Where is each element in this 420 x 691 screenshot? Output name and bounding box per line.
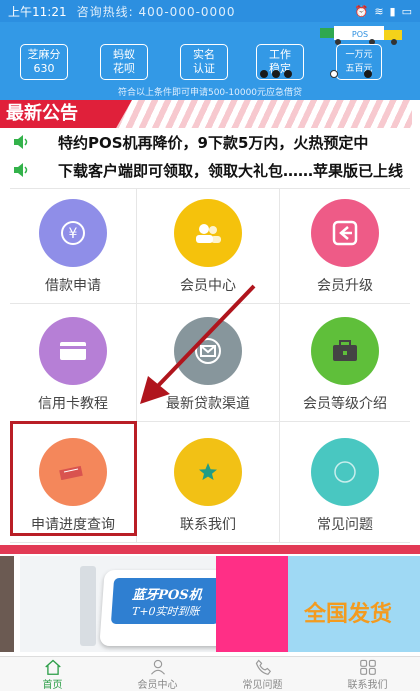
yuan-icon: ¥ [39, 199, 107, 267]
home-icon [44, 659, 61, 675]
ad-image-left [0, 556, 14, 652]
hotline-text: 咨询热线: 400-000-0000 [76, 4, 236, 19]
badge-line: 实名 [193, 48, 215, 61]
grid-item-member-levels[interactable]: 会员等级介绍 [280, 304, 410, 422]
tab-label: 常见问题 [242, 680, 283, 691]
promo-banner[interactable]: POS 芝麻分 630 蚂蚁 花呗 实名 认证 工作 稳定 一万元 五百元 符合… [0, 22, 420, 100]
pos-stand-image [80, 566, 96, 646]
users-icon [174, 199, 242, 267]
badge-line: 蚂蚁 [113, 48, 135, 61]
badge-amount: 一万元 五百元 [336, 44, 382, 80]
ad-image-sky: 全国发货 [288, 556, 420, 652]
carousel-dot-active[interactable] [330, 70, 338, 78]
grid-item-label: 借款申请 [45, 278, 101, 294]
ad-image-pos: 蓝牙POS机 T+0实时到账 [20, 556, 235, 652]
battery-icon: ▭ [401, 4, 412, 18]
section-divider [0, 545, 420, 554]
grid-item-label: 申请进度查询 [31, 517, 115, 533]
notice-item[interactable]: 下载客户端即可领取，领取大礼包……苹果版已上线 [0, 156, 420, 184]
pos-subtitle: T+0实时到账 [131, 604, 201, 618]
tab-label: 会员中心 [137, 680, 178, 691]
notice-title: 最新公告 [0, 100, 132, 128]
alarm-icon: ⏰ [354, 4, 369, 18]
grid-item-label: 信用卡教程 [38, 396, 108, 412]
tab-faq[interactable]: 常见问题 [210, 657, 315, 691]
carousel-dot[interactable] [284, 70, 292, 78]
star-icon [174, 438, 242, 506]
search-doc-icon [39, 438, 107, 506]
carousel-dot[interactable] [364, 70, 372, 78]
user-icon [150, 659, 165, 675]
badge-line: 认证 [193, 62, 215, 75]
upgrade-icon [311, 199, 379, 267]
card-icon [39, 317, 107, 385]
notice-text: 特约POS机再降价，9下款5万内，火热预定中 [58, 133, 369, 152]
svg-text:¥: ¥ [69, 226, 78, 242]
speaker-icon [14, 135, 28, 149]
carousel-dot[interactable] [272, 70, 280, 78]
tab-label: 联系我们 [347, 680, 388, 691]
annotation-arrow [140, 284, 256, 404]
ad-sky-text: 全国发货 [303, 602, 392, 627]
pos-title: 蓝牙POS机 [131, 587, 203, 603]
phone-icon [255, 659, 271, 675]
tab-member-center[interactable]: 会员中心 [105, 657, 210, 691]
carousel-dots[interactable] [260, 70, 292, 78]
badge-line: 工作 [269, 48, 291, 61]
badge-line: 花呗 [113, 62, 135, 75]
grid-item-credit-tutorial[interactable]: 信用卡教程 [10, 304, 137, 422]
grid-item-label: 会员升级 [317, 278, 373, 294]
signal-icon: ▮ [389, 4, 396, 18]
speaker-icon [14, 163, 28, 177]
grid-item-label: 会员等级介绍 [303, 396, 387, 412]
carousel-dots-end[interactable] [364, 70, 372, 78]
pos-device-image: 蓝牙POS机 T+0实时到账 [99, 570, 235, 646]
grid-item-contact-us[interactable]: 联系我们 [137, 422, 280, 543]
notice-text: 下载客户端即可领取，领取大礼包……苹果版已上线 [58, 161, 404, 180]
badge-realname: 实名 认证 [180, 44, 228, 80]
badge-zhima: 芝麻分 630 [20, 44, 68, 80]
wifi-icon: ≋ [374, 4, 384, 18]
banner-note: 符合以上条件即可申请500-10000元应急借贷 [117, 88, 303, 98]
badge-line: 芝麻分 [27, 48, 61, 61]
briefcase-icon [311, 317, 379, 385]
grid-item-label: 联系我们 [180, 517, 236, 533]
carousel-dots-right[interactable] [330, 70, 338, 78]
badge-line: 一万元 [345, 50, 373, 60]
tab-label: 首页 [42, 680, 63, 691]
notice-stripes [112, 100, 412, 128]
bottom-tab-bar: 首页 会员中心 常见问题 联系我们 [0, 656, 420, 691]
truck-icon: POS [320, 26, 402, 45]
help-icon [311, 438, 379, 506]
badge-line: 630 [33, 62, 55, 75]
status-icons: ⏰ ≋ ▮ ▭ [355, 5, 412, 18]
grid-item-label: 常见问题 [317, 517, 373, 533]
ad-banner[interactable]: 蓝牙POS机 T+0实时到账 全国发货 [0, 556, 420, 656]
grid-item-faq[interactable]: 常见问题 [280, 422, 410, 543]
tab-home[interactable]: 首页 [0, 657, 105, 691]
status-time: 上午11:21 [8, 4, 67, 19]
carousel-dot[interactable] [260, 70, 268, 78]
notice-item[interactable]: 特约POS机再降价，9下款5万内，火热预定中 [0, 128, 420, 156]
truck-label: POS [352, 30, 368, 39]
grid-item-loan-apply[interactable]: ¥ 借款申请 [10, 189, 137, 304]
ad-image-pink [216, 556, 288, 652]
grid-item-member-upgrade[interactable]: 会员升级 [280, 189, 410, 304]
grid-icon [359, 659, 376, 675]
badge-line: 五百元 [345, 64, 373, 74]
status-bar: 上午11:21 咨询热线: 400-000-0000 ⏰ ≋ ▮ ▭ [0, 0, 420, 22]
grid-item-progress-query[interactable]: 申请进度查询 [10, 422, 137, 543]
notice-header: 最新公告 [0, 100, 420, 128]
badge-huabei: 蚂蚁 花呗 [100, 44, 148, 80]
tab-contact[interactable]: 联系我们 [315, 657, 420, 691]
pos-screen: 蓝牙POS机 T+0实时到账 [110, 578, 223, 624]
